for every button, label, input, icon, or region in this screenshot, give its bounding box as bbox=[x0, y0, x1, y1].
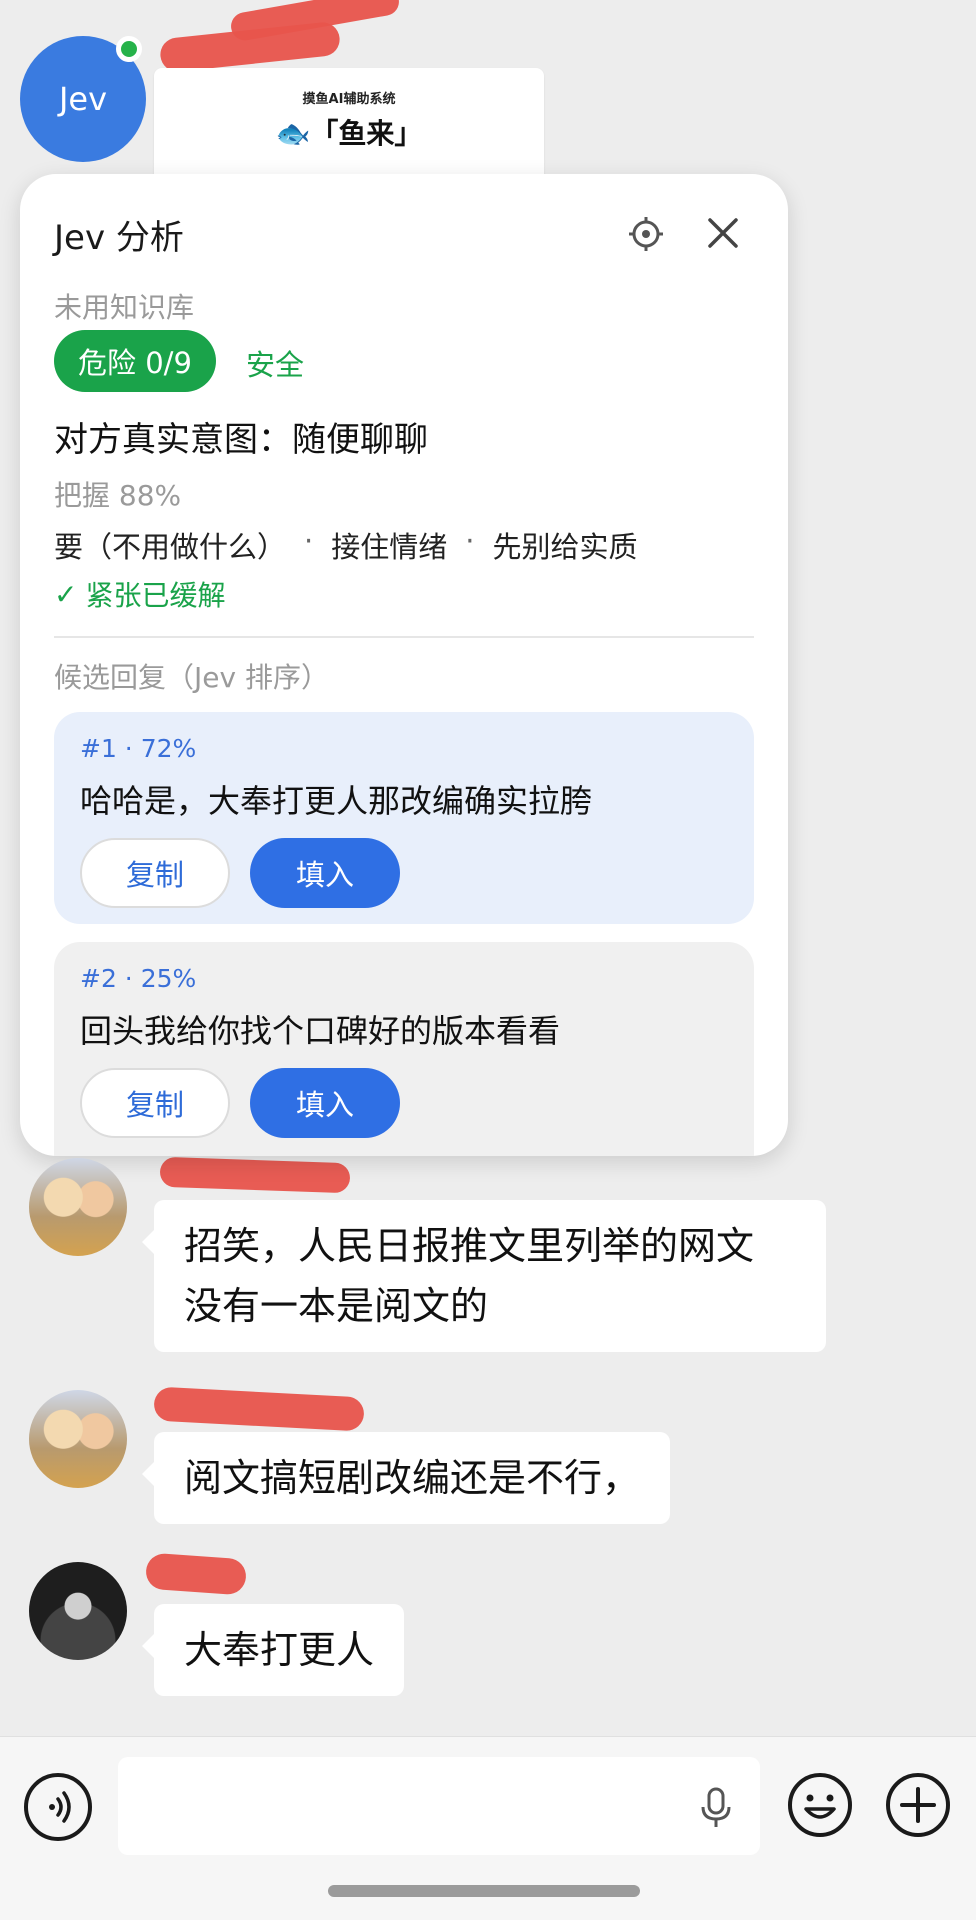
avatar[interactable] bbox=[29, 1390, 127, 1488]
shared-document-card[interactable]: 摸鱼AI辅助系统 🐟「鱼来」 bbox=[154, 68, 544, 188]
tension-status: ✓ 紧张已缓解 bbox=[54, 574, 225, 614]
emoji-icon[interactable] bbox=[786, 1771, 854, 1839]
message-bubble[interactable]: 招笑，人民日报推文里列举的网文 没有一本是阅文的 bbox=[142, 1200, 826, 1352]
online-status-dot bbox=[116, 36, 142, 62]
strategy-item: 先别给实质 bbox=[492, 530, 638, 564]
candidates-title: 候选回复（Jev 排序） bbox=[54, 661, 329, 694]
close-icon[interactable] bbox=[704, 214, 742, 252]
confidence-text: 把握 88% bbox=[54, 479, 182, 512]
fill-button[interactable]: 填入 bbox=[250, 838, 400, 908]
candidate-text: 回头我给你找个口碑好的版本看看 bbox=[80, 1012, 561, 1050]
candidate-reply: #2 · 25% 回头我给你找个口碑好的版本看看 复制 填入 bbox=[54, 942, 754, 1156]
copy-button[interactable]: 复制 bbox=[80, 838, 230, 908]
message-input[interactable] bbox=[118, 1757, 760, 1855]
intent-text: 对方真实意图：随便聊聊 bbox=[54, 420, 428, 460]
voice-input-icon[interactable] bbox=[24, 1773, 92, 1841]
avatar[interactable] bbox=[29, 1562, 127, 1660]
knowledge-base-status: 未用知识库 bbox=[54, 291, 195, 324]
home-indicator bbox=[328, 1885, 640, 1897]
candidate-rank: #2 · 25% bbox=[80, 964, 197, 993]
card-title: 🐟「鱼来」 bbox=[275, 117, 423, 150]
redacted-name bbox=[153, 1386, 365, 1432]
input-bar bbox=[0, 1736, 976, 1920]
risk-badge: 危险 0/9 bbox=[54, 330, 216, 392]
risk-safe-label: 安全 bbox=[246, 348, 305, 382]
card-subtitle: 摸鱼AI辅助系统 bbox=[302, 92, 396, 107]
strategy-item: 要（不用做什么） bbox=[54, 530, 287, 564]
candidate-text: 哈哈是，大奉打更人那改编确实拉胯 bbox=[80, 782, 593, 820]
candidate-reply: #1 · 72% 哈哈是，大奉打更人那改编确实拉胯 复制 填入 bbox=[54, 712, 754, 924]
plus-icon[interactable] bbox=[884, 1771, 952, 1839]
redacted-name bbox=[144, 1552, 248, 1596]
jev-analysis-panel: Jev 分析 未用知识库 危险 0/9 安全 对方真实意图：随便聊聊 把握 88… bbox=[20, 174, 788, 1156]
redacted-name bbox=[159, 1156, 351, 1194]
strategy-list: 要（不用做什么） · 接住情绪 · 先别给实质 bbox=[54, 524, 637, 566]
tension-label: 紧张已缓解 bbox=[85, 579, 226, 612]
candidate-rank: #1 · 72% bbox=[80, 734, 197, 763]
strategy-separator: · bbox=[465, 524, 475, 558]
avatar[interactable] bbox=[29, 1158, 127, 1256]
settings-icon[interactable] bbox=[628, 216, 664, 252]
divider bbox=[54, 636, 754, 638]
panel-title: Jev 分析 bbox=[54, 218, 184, 258]
copy-button[interactable]: 复制 bbox=[80, 1068, 230, 1138]
microphone-icon[interactable] bbox=[692, 1783, 740, 1831]
check-icon: ✓ bbox=[54, 577, 78, 611]
fill-button[interactable]: 填入 bbox=[250, 1068, 400, 1138]
message-bubble[interactable]: 阅文搞短剧改编还是不行， bbox=[141, 1432, 671, 1524]
strategy-item: 接住情绪 bbox=[331, 530, 448, 564]
strategy-separator: · bbox=[304, 524, 314, 558]
message-bubble[interactable]: 大奉打更人 bbox=[141, 1604, 405, 1696]
